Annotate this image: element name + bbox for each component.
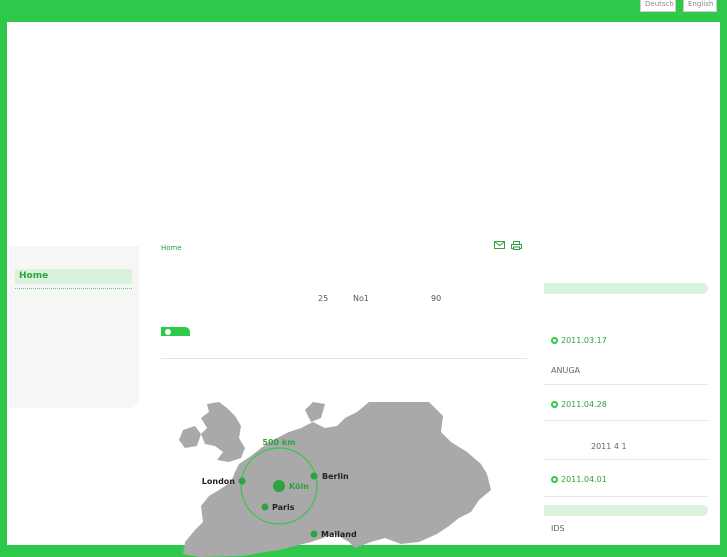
city-label-koln: Köln — [289, 482, 309, 491]
bullet-arrow-icon — [551, 337, 558, 344]
news-item-2-date[interactable]: 2011.04.28 — [551, 400, 607, 409]
news-date-text: 2011.03.17 — [561, 336, 607, 345]
news-header-bar — [544, 283, 708, 294]
news-item-1-text: ANUGA — [551, 366, 580, 375]
sidebar-divider — [15, 288, 132, 289]
news-section-bar — [544, 505, 708, 516]
city-label-mailand: Mailand — [321, 530, 357, 539]
city-dot-koln — [273, 480, 285, 492]
europe-map: 500 km London Köln Berlin Paris Mailand — [179, 402, 491, 557]
news-date-text: 2011.04.01 — [561, 475, 607, 484]
news-divider — [544, 496, 708, 497]
news-item-3-date[interactable]: 2011.04.01 — [551, 475, 607, 484]
map-landmass-britain — [201, 402, 245, 462]
news-divider — [544, 384, 708, 385]
breadcrumb-home[interactable]: Home — [161, 244, 182, 252]
city-label-london: London — [202, 477, 236, 486]
sidebar: Home — [9, 246, 139, 408]
news-date-text: 2011.04.28 — [561, 400, 607, 409]
print-icon[interactable] — [511, 241, 522, 250]
bullet-arrow-icon — [551, 401, 558, 408]
news-divider — [544, 420, 708, 421]
city-label-berlin: Berlin — [322, 472, 349, 481]
intro-value-90: 90 — [431, 294, 442, 303]
page-container: Home Home 25 No1 90 500 km London Köln B… — [7, 22, 720, 557]
news-item-2-text: 2011 4 1 — [591, 442, 627, 451]
intro-value-25: 25 — [318, 294, 329, 303]
map-landmass-ireland — [179, 426, 201, 448]
city-dot-london — [238, 477, 246, 485]
city-label-paris: Paris — [272, 503, 295, 512]
more-button[interactable] — [161, 327, 190, 336]
content-divider — [161, 358, 527, 359]
map-landmass-denmark — [305, 402, 325, 422]
sidebar-item-home[interactable]: Home — [15, 269, 132, 284]
news-item-4-text: IDS — [551, 524, 565, 533]
city-dot-mailand — [310, 530, 318, 538]
mail-icon[interactable] — [494, 241, 505, 249]
city-dot-berlin — [310, 472, 318, 480]
intro-value-no1: No1 — [353, 294, 369, 303]
bullet-arrow-icon — [551, 476, 558, 483]
city-dot-paris — [261, 503, 269, 511]
language-deutsch-button[interactable]: Deutsch — [640, 0, 676, 12]
news-divider — [544, 459, 708, 460]
language-english-button[interactable]: English — [683, 0, 717, 12]
news-item-1-date[interactable]: 2011.03.17 — [551, 336, 607, 345]
map-scale-label: 500 km — [262, 438, 295, 447]
